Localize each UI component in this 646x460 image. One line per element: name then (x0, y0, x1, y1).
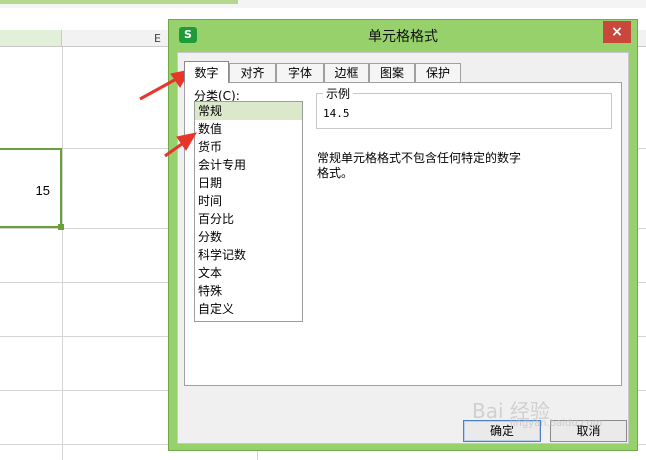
dialog-titlebar[interactable]: S 单元格格式 × (169, 20, 637, 50)
tab-protection[interactable]: 保护 (415, 63, 461, 82)
format-description: 常规单元格格式不包含任何特定的数字 格式。 (317, 151, 539, 181)
fill-handle[interactable] (58, 224, 64, 230)
watermark-url: jingyan.baidu.com (510, 418, 603, 429)
category-item-accounting[interactable]: 会计专用 (195, 156, 302, 174)
category-item-scientific[interactable]: 科学记数 (195, 246, 302, 264)
close-button[interactable]: × (603, 21, 631, 43)
column-header-selected[interactable] (0, 30, 62, 47)
category-list[interactable]: 常规 数值 货币 会计专用 日期 时间 百分比 分数 科学记数 文本 特殊 自定… (194, 101, 303, 322)
ribbon-accent (0, 0, 238, 4)
category-item-special[interactable]: 特殊 (195, 282, 302, 300)
sample-label: 示例 (323, 85, 354, 102)
dialog-title: 单元格格式 (368, 29, 438, 45)
cell-value: 15 (35, 183, 50, 198)
grid-vline (62, 47, 63, 460)
category-item-custom[interactable]: 自定义 (195, 300, 302, 318)
tab-alignment[interactable]: 对齐 (229, 63, 276, 82)
category-item-general[interactable]: 常规 (195, 102, 302, 120)
category-item-time[interactable]: 时间 (195, 192, 302, 210)
tab-border[interactable]: 边框 (324, 63, 369, 82)
active-cell[interactable]: 15 (0, 148, 62, 228)
sample-value: 14.5 (323, 107, 350, 120)
category-item-number[interactable]: 数值 (195, 120, 302, 138)
tab-pattern[interactable]: 图案 (369, 63, 415, 82)
dialog-client: 数字 对齐 字体 边框 图案 保护 分类(C): 常规 数值 货币 会计专用 日… (177, 52, 629, 444)
category-item-date[interactable]: 日期 (195, 174, 302, 192)
description-line: 格式。 (317, 166, 354, 180)
tab-font[interactable]: 字体 (276, 63, 324, 82)
category-item-percentage[interactable]: 百分比 (195, 210, 302, 228)
description-line: 常规单元格格式不包含任何特定的数字 (317, 151, 522, 165)
tab-number[interactable]: 数字 (184, 61, 229, 83)
category-item-text[interactable]: 文本 (195, 264, 302, 282)
sample-group: 示例 14.5 (316, 85, 612, 129)
category-item-currency[interactable]: 货币 (195, 138, 302, 156)
format-cells-dialog: S 单元格格式 × 数字 对齐 字体 边框 图案 保护 分类(C): 常规 数值… (168, 19, 638, 451)
category-item-fraction[interactable]: 分数 (195, 228, 302, 246)
ribbon-edge (0, 0, 646, 8)
